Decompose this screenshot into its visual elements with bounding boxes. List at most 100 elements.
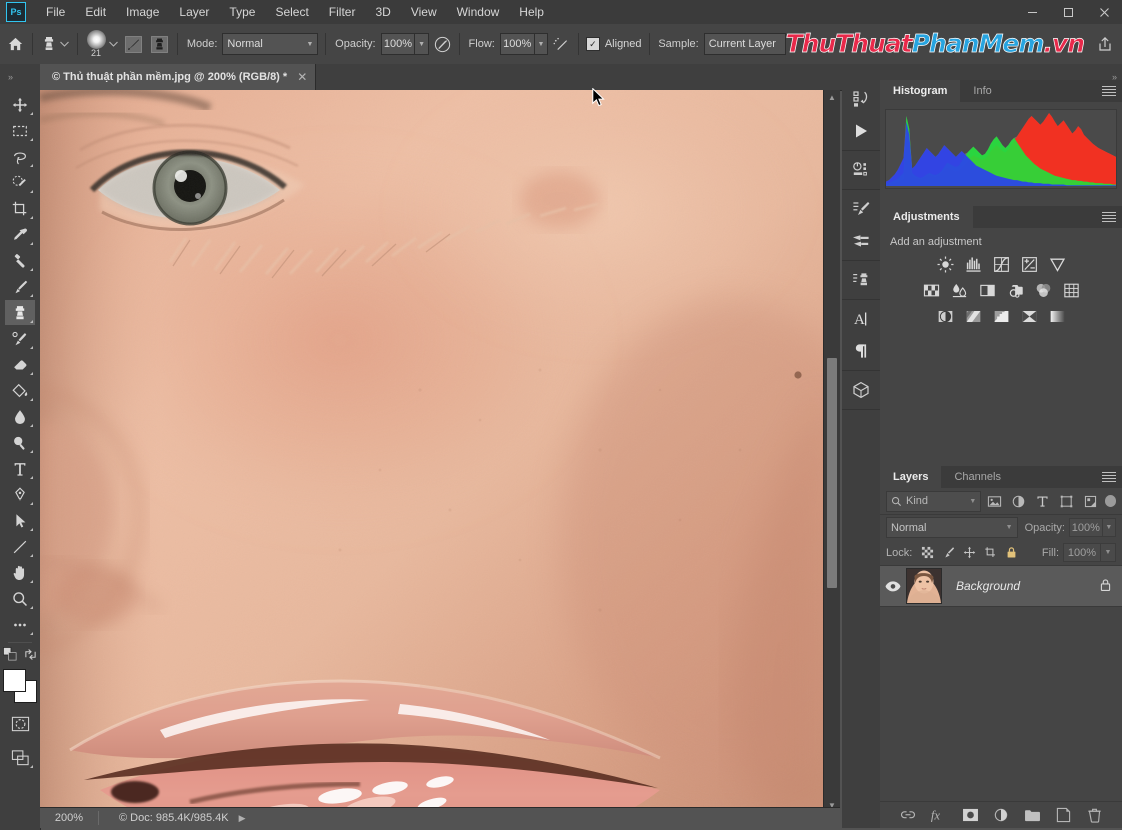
document-tab-close-icon[interactable]: ✕ bbox=[297, 70, 307, 84]
menu-window[interactable]: Window bbox=[447, 0, 510, 24]
invert-adjustment-icon[interactable] bbox=[935, 306, 956, 327]
posterize-adjustment-icon[interactable] bbox=[963, 306, 984, 327]
tab-channels[interactable]: Channels bbox=[941, 466, 1013, 488]
filter-type-layers-icon[interactable] bbox=[1032, 491, 1053, 511]
layer-style-fx-icon[interactable]: fx bbox=[930, 806, 948, 824]
minimize-button[interactable] bbox=[1014, 0, 1050, 24]
layer-visibility-toggle[interactable] bbox=[880, 580, 906, 593]
vertical-scroll-thumb[interactable] bbox=[827, 358, 837, 588]
brush-settings-panel-icon[interactable] bbox=[123, 32, 144, 56]
lock-image-pixels-icon[interactable] bbox=[939, 543, 958, 562]
tool-path-selection[interactable] bbox=[5, 508, 35, 533]
tool-gradient-paint-bucket[interactable] bbox=[5, 378, 35, 403]
menu-help[interactable]: Help bbox=[509, 0, 554, 24]
lock-artboard-nesting-icon[interactable] bbox=[981, 543, 1000, 562]
layer-opacity-input[interactable]: 100% bbox=[1068, 518, 1103, 537]
tab-layers[interactable]: Layers bbox=[880, 466, 942, 488]
channel-mixer-adjustment-icon[interactable] bbox=[1033, 280, 1054, 301]
layer-opacity-dropdown-icon[interactable]: ▼ bbox=[1102, 518, 1116, 537]
layer-blend-mode-select[interactable]: Normal ▼ bbox=[886, 517, 1018, 538]
tool-clone-stamp[interactable] bbox=[5, 300, 35, 325]
add-layer-mask-icon[interactable] bbox=[961, 806, 979, 824]
aligned-checkbox-row[interactable]: ✓ Aligned bbox=[585, 37, 642, 51]
tool-dodge[interactable] bbox=[5, 430, 35, 455]
opacity-dropdown-icon[interactable]: ▼ bbox=[415, 33, 429, 55]
canvas-area[interactable]: ▲ ▼ ◀ ▶ bbox=[40, 90, 840, 828]
photo-filter-adjustment-icon[interactable] bbox=[1005, 280, 1026, 301]
threshold-adjustment-icon[interactable] bbox=[991, 306, 1012, 327]
document-info-text[interactable]: © Doc: 985.4K/985.4K bbox=[99, 812, 229, 824]
layer-name[interactable]: Background bbox=[956, 579, 1020, 593]
tool-rectangular-marquee[interactable] bbox=[5, 118, 35, 143]
tool-eraser[interactable] bbox=[5, 352, 35, 377]
new-layer-icon[interactable] bbox=[1054, 806, 1072, 824]
aligned-checkbox[interactable]: ✓ bbox=[585, 37, 600, 51]
home-icon[interactable] bbox=[6, 32, 25, 56]
3d-properties-icon[interactable] bbox=[842, 154, 880, 186]
menu-edit[interactable]: Edit bbox=[75, 0, 116, 24]
foreground-color-swatch[interactable] bbox=[3, 669, 26, 692]
tool-crop[interactable] bbox=[5, 196, 35, 221]
selective-color-adjustment-icon[interactable] bbox=[1019, 306, 1040, 327]
levels-adjustment-icon[interactable] bbox=[963, 254, 984, 275]
menu-file[interactable]: File bbox=[36, 0, 75, 24]
menu-view[interactable]: View bbox=[401, 0, 447, 24]
tool-line[interactable] bbox=[5, 534, 35, 559]
tool-hand[interactable] bbox=[5, 560, 35, 585]
filter-enable-toggle[interactable] bbox=[1104, 495, 1116, 507]
tool-edit-toolbar[interactable] bbox=[5, 612, 35, 637]
character-panel-icon[interactable]: A bbox=[842, 303, 880, 335]
table-row[interactable]: Background bbox=[880, 566, 1122, 607]
delete-layer-icon[interactable] bbox=[1085, 806, 1103, 824]
tool-horizontal-type[interactable] bbox=[5, 456, 35, 481]
canvas-vertical-scrollbar[interactable]: ▲ ▼ bbox=[823, 90, 840, 812]
brush-preset-preview[interactable]: 21 bbox=[84, 29, 107, 59]
black-white-adjustment-icon[interactable] bbox=[977, 280, 998, 301]
hue-saturation-adjustment-icon[interactable] bbox=[921, 280, 942, 301]
menu-select[interactable]: Select bbox=[265, 0, 318, 24]
maximize-button[interactable] bbox=[1050, 0, 1086, 24]
swap-colors-icon[interactable] bbox=[24, 648, 37, 664]
opacity-pressure-icon[interactable] bbox=[433, 32, 452, 56]
menu-image[interactable]: Image bbox=[116, 0, 169, 24]
brush-presets-icon[interactable] bbox=[842, 225, 880, 257]
tool-lasso[interactable] bbox=[5, 144, 35, 169]
lock-all-icon[interactable] bbox=[1002, 543, 1021, 562]
paragraph-panel-icon[interactable] bbox=[842, 335, 880, 367]
quick-mask-toggle[interactable] bbox=[5, 711, 35, 736]
collapse-panels-left-icon[interactable]: » bbox=[8, 64, 13, 90]
lock-position-icon[interactable] bbox=[960, 543, 979, 562]
filter-pixel-layers-icon[interactable] bbox=[984, 491, 1005, 511]
sample-select[interactable]: Current Layer bbox=[703, 33, 786, 55]
layer-thumbnail[interactable] bbox=[906, 568, 942, 604]
close-button[interactable] bbox=[1086, 0, 1122, 24]
scroll-up-arrow-icon[interactable]: ▲ bbox=[824, 90, 840, 104]
layer-fill-input[interactable]: 100% bbox=[1063, 543, 1101, 562]
menu-type[interactable]: Type bbox=[219, 0, 265, 24]
screen-mode-button[interactable] bbox=[5, 745, 35, 770]
color-balance-adjustment-icon[interactable] bbox=[949, 280, 970, 301]
tab-info[interactable]: Info bbox=[960, 80, 1004, 102]
tab-adjustments[interactable]: Adjustments bbox=[880, 206, 973, 228]
brush-settings-icon[interactable] bbox=[842, 193, 880, 225]
flow-input[interactable]: 100% bbox=[499, 33, 535, 55]
tool-brush[interactable] bbox=[5, 274, 35, 299]
brush-preset-chevron-icon[interactable] bbox=[108, 32, 119, 56]
document-image[interactable] bbox=[40, 90, 824, 812]
blend-mode-select[interactable]: Normal ▼ bbox=[222, 33, 319, 55]
color-lookup-adjustment-icon[interactable] bbox=[1061, 280, 1082, 301]
history-panel-icon[interactable] bbox=[842, 83, 880, 115]
airbrush-icon[interactable] bbox=[552, 32, 571, 56]
layer-filter-kind-select[interactable]: Kind ▼ bbox=[886, 490, 982, 512]
vibrance-adjustment-icon[interactable] bbox=[1047, 254, 1068, 275]
tool-spot-healing-brush[interactable] bbox=[5, 248, 35, 273]
tool-pen[interactable] bbox=[5, 482, 35, 507]
document-tab[interactable]: © Thủ thuật phần mềm.jpg @ 200% (RGB/8) … bbox=[40, 64, 317, 90]
actions-play-icon[interactable] bbox=[842, 115, 880, 147]
new-adjustment-layer-icon[interactable] bbox=[992, 806, 1010, 824]
flow-dropdown-icon[interactable]: ▼ bbox=[534, 33, 549, 55]
clone-source-panel-icon[interactable] bbox=[149, 32, 170, 56]
tool-zoom[interactable] bbox=[5, 586, 35, 611]
tool-blur[interactable] bbox=[5, 404, 35, 429]
layers-panel-menu-icon[interactable] bbox=[1102, 470, 1116, 484]
